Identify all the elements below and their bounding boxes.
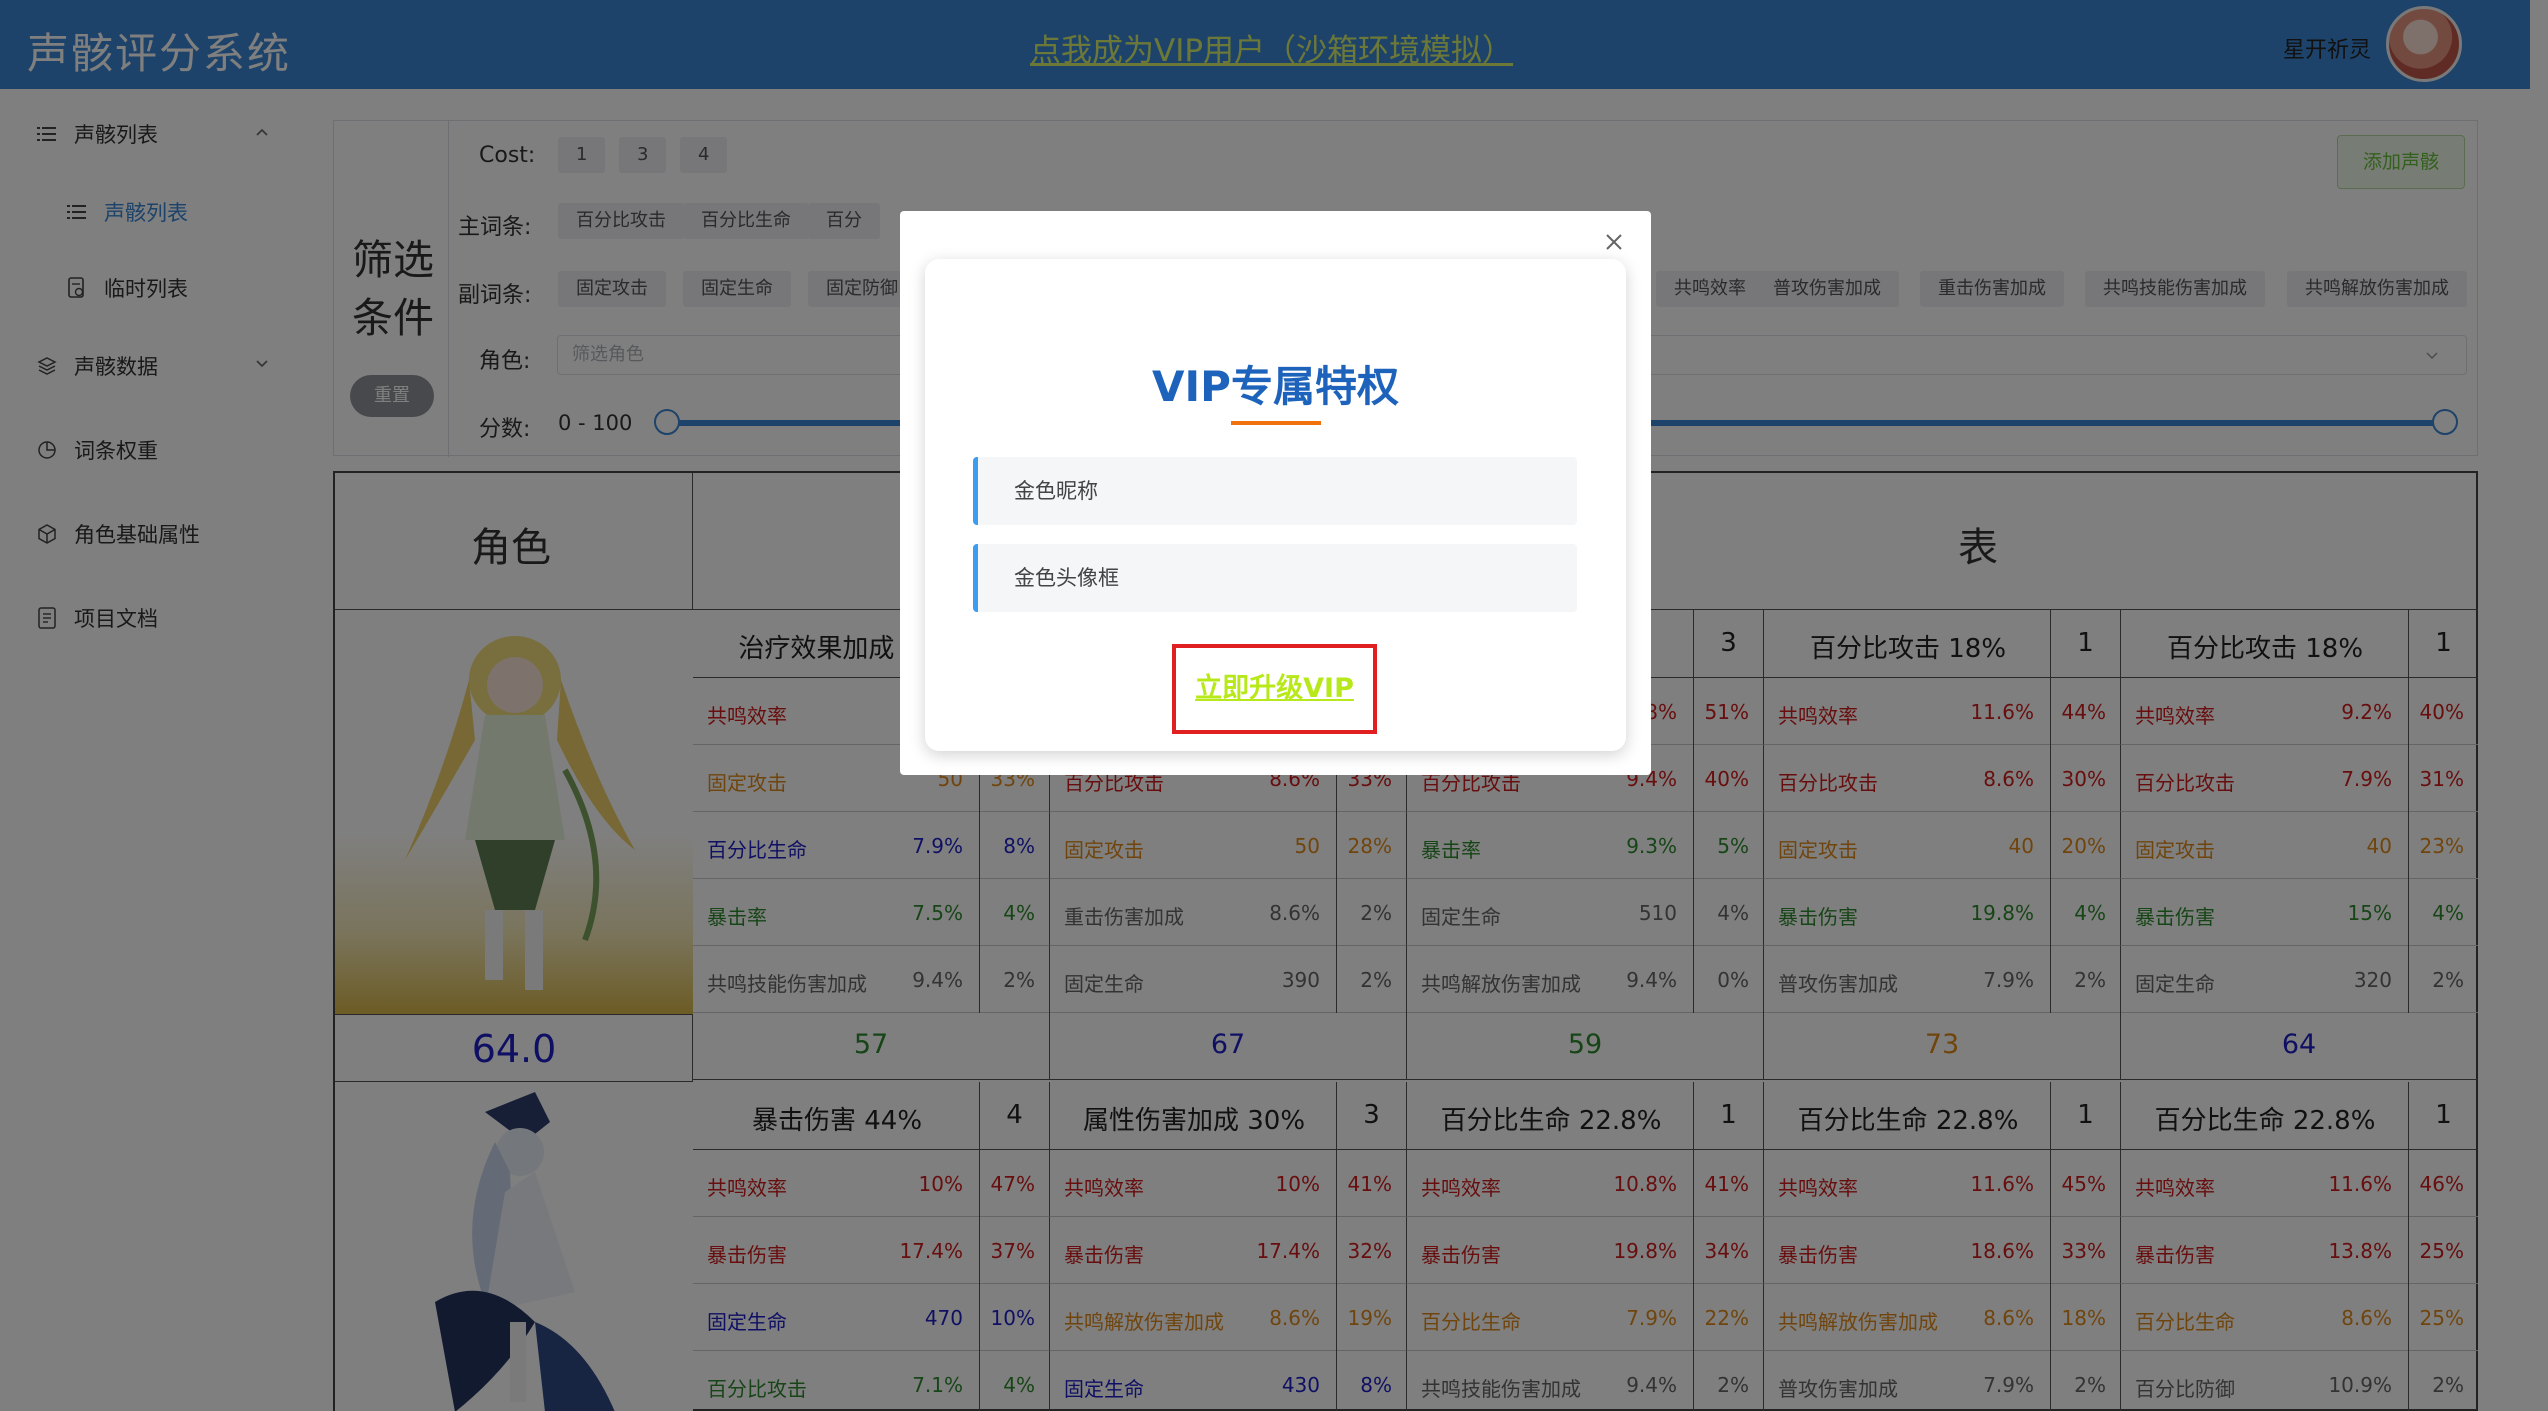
vip-feature-item: 金色头像框 <box>973 544 1577 612</box>
vip-modal: VIP专属特权 金色昵称 金色头像框 立即升级VIP <box>900 211 1651 775</box>
close-icon[interactable] <box>1601 229 1627 255</box>
upgrade-vip-button[interactable]: 立即升级VIP <box>1172 644 1377 734</box>
vip-title: VIP专属特权 <box>1152 362 1399 411</box>
title-underline <box>1231 421 1321 425</box>
vip-feature-item: 金色昵称 <box>973 457 1577 525</box>
vip-card: VIP专属特权 金色昵称 金色头像框 立即升级VIP <box>925 259 1626 751</box>
